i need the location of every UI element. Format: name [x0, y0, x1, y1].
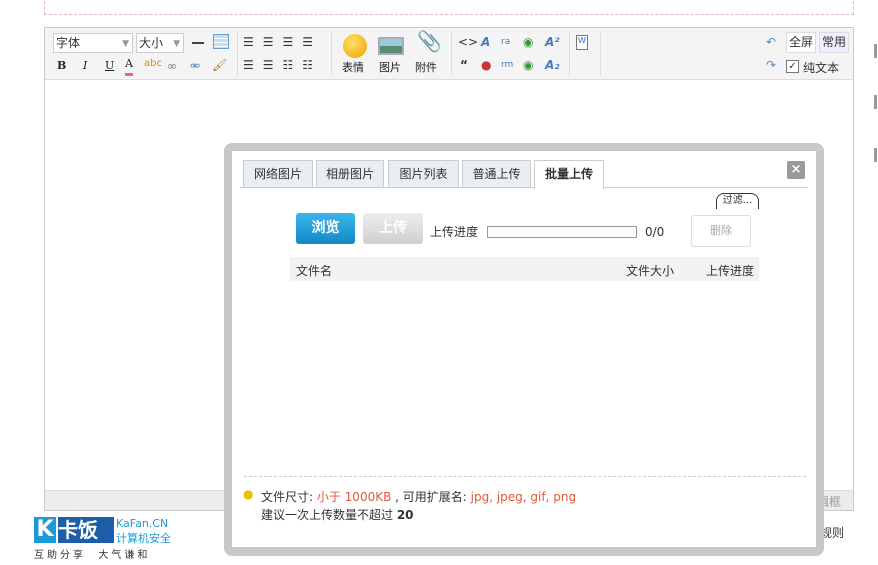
file-limits-info: 文件尺寸: 小于 1000KB , 可用扩展名: jpg, jpeg, gif,…	[261, 488, 576, 505]
list-icons[interactable]: ☰☰☷☷	[243, 56, 322, 74]
font-family-select[interactable]: 字体 ▼	[53, 33, 133, 53]
toolbar-divider	[237, 32, 238, 76]
logo-slogan: 互助分享 大气谦和	[34, 550, 151, 561]
chevron-down-icon: ▼	[173, 39, 180, 49]
upload-button[interactable]: 上传	[363, 213, 423, 244]
count-value: 20	[396, 508, 414, 522]
close-icon[interactable]: ×	[787, 161, 805, 179]
tab-batch-upload[interactable]: 批量上传	[534, 160, 604, 189]
rm-video-icon[interactable]: rm	[501, 56, 513, 74]
table-icon[interactable]	[213, 34, 229, 49]
quote-icon[interactable]: “	[460, 56, 468, 74]
image-button[interactable]: 图片	[379, 59, 401, 77]
ext-value: jpg, jpeg, gif, png	[470, 490, 577, 504]
side-marker	[874, 148, 877, 162]
plain-text-label: 纯文本	[803, 61, 840, 75]
align-center-icon[interactable]: ☰	[263, 35, 283, 49]
emoticon-icon[interactable]	[343, 34, 367, 58]
toolbar-divider	[451, 32, 452, 76]
logo-main: 卡饭	[58, 517, 114, 543]
bold-icon[interactable]: B	[57, 57, 66, 75]
tab-divider	[240, 187, 808, 188]
progress-count: 0/0	[645, 225, 665, 239]
unlink-icon[interactable]: ⚮	[190, 57, 200, 75]
flash-icon[interactable]: ◉	[523, 33, 533, 51]
column-file-size: 文件大小	[626, 264, 675, 278]
align-icons[interactable]: ☰☰☰☰	[243, 33, 322, 51]
top-notice-box	[44, 0, 854, 15]
tab-network-image[interactable]: 网络图片	[243, 160, 313, 188]
word-paste-icon[interactable]: W	[576, 35, 588, 50]
underline-icon[interactable]: U	[105, 57, 114, 75]
file-list	[290, 281, 759, 471]
kafan-logo: K 卡饭 KaFan.CN 计算机安全 互助分享 大气谦和	[34, 517, 171, 561]
redo-icon[interactable]: ↷	[766, 56, 776, 74]
divider	[244, 476, 806, 477]
attachment-button[interactable]: 附件	[415, 59, 437, 77]
size-select-value: 大小	[139, 36, 164, 50]
code-icon[interactable]: <>	[458, 33, 478, 51]
lightbulb-icon: ●	[243, 487, 254, 501]
align-center-2-icon[interactable]: ☰	[283, 35, 303, 49]
ordered-list-icon[interactable]: ☷	[283, 58, 303, 72]
image-icon[interactable]	[378, 37, 404, 55]
tab-album-image[interactable]: 相册图片	[316, 160, 384, 188]
logo-site: KaFan.CN	[116, 517, 169, 530]
emoticon-button[interactable]: 表情	[342, 59, 364, 77]
side-marker	[874, 95, 877, 109]
toolbar-divider	[600, 32, 601, 76]
toolbar-divider	[331, 32, 332, 76]
count-info: 建议一次上传数量不超过 20	[261, 506, 414, 523]
highlight-icon[interactable]: abc	[144, 55, 162, 73]
float-left-icon[interactable]: ☰	[243, 58, 263, 72]
common-button[interactable]: 常用	[819, 32, 849, 53]
size-prefix: 文件尺寸:	[261, 490, 317, 504]
column-upload-progress: 上传进度	[706, 264, 755, 278]
delete-button[interactable]: 删除	[691, 215, 751, 247]
plain-text-checkbox[interactable]: ✓	[786, 60, 799, 73]
fullscreen-button[interactable]: 全屏	[786, 32, 816, 53]
file-table-header: 文件名 文件大小 上传进度	[290, 257, 759, 281]
tab-image-list[interactable]: 图片列表	[388, 160, 459, 188]
align-left-icon[interactable]: ☰	[243, 35, 263, 49]
font-size-select[interactable]: 大小 ▼	[136, 33, 184, 53]
undo-icon[interactable]: ↶	[766, 33, 776, 51]
font-select-value: 字体	[56, 36, 81, 50]
progress-label: 上传进度	[430, 225, 479, 239]
media-icon[interactable]: ◉	[523, 56, 533, 74]
chevron-down-icon: ▼	[122, 39, 129, 49]
editor-toolbar: 字体 ▼ 大小 ▼ B I U A abc ∞ ⚮ 🖌 ☰☰☰☰ ☰☰☷☷ 表情 图…	[45, 28, 853, 80]
ext-prefix: , 可用扩展名:	[391, 490, 471, 504]
filter-button[interactable]: 过滤...	[716, 193, 759, 209]
image-upload-dialog: 网络图片 相册图片 图片列表 普通上传 批量上传 × 过滤... 浏览 上传 上…	[224, 143, 824, 556]
font-color-icon[interactable]: A	[125, 55, 133, 76]
size-value: 小于 1000KB	[316, 490, 392, 504]
align-right-icon[interactable]: ☰	[302, 35, 322, 49]
float-right-icon[interactable]: ☰	[263, 58, 283, 72]
unordered-list-icon[interactable]: ☷	[302, 58, 322, 72]
count-text: 建议一次上传数量不超过	[261, 508, 397, 522]
side-marker	[874, 44, 877, 58]
toolbar-divider	[569, 32, 570, 76]
tab-normal-upload[interactable]: 普通上传	[462, 160, 531, 188]
font-style-icon[interactable]: A	[481, 33, 490, 51]
column-file-name: 文件名	[296, 264, 333, 278]
paperclip-icon[interactable]: 📎	[417, 31, 442, 51]
horizontal-rule-icon[interactable]	[192, 42, 204, 44]
format-brush-icon[interactable]: 🖌	[212, 56, 227, 74]
subscript-icon[interactable]: A₂	[545, 56, 560, 74]
real-audio-icon[interactable]: ra	[501, 33, 510, 51]
dialog-body: 网络图片 相册图片 图片列表 普通上传 批量上传 × 过滤... 浏览 上传 上…	[232, 151, 816, 547]
qq-icon[interactable]: ●	[481, 56, 491, 74]
browse-button[interactable]: 浏览	[296, 213, 355, 244]
superscript-icon[interactable]: A²	[545, 33, 560, 51]
italic-icon[interactable]: I	[83, 57, 87, 75]
logo-sub: 计算机安全	[116, 532, 171, 545]
link-icon[interactable]: ∞	[167, 57, 177, 75]
upload-progress-bar	[487, 226, 637, 238]
